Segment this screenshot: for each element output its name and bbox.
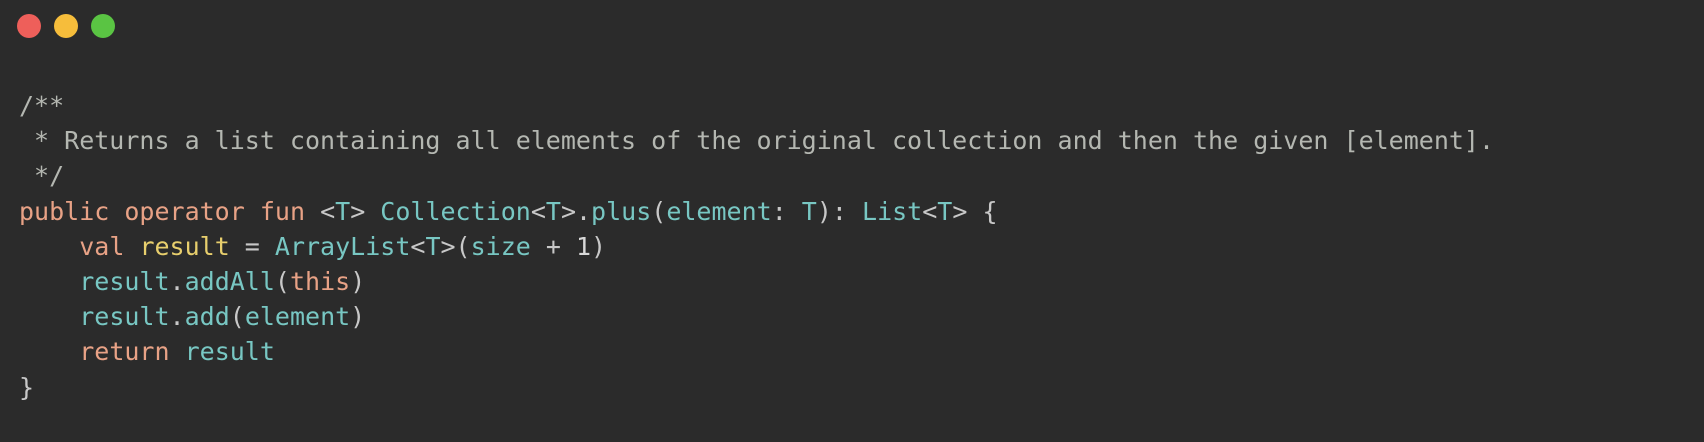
code-token: (: [274, 266, 290, 296]
code-line: */: [19, 158, 1494, 193]
code-token: operator: [124, 196, 245, 226]
code-token: T: [335, 196, 351, 226]
code-line: result.addAll(this): [19, 264, 1494, 299]
code-token: ): [591, 231, 607, 261]
code-token: <: [305, 196, 336, 226]
code-token: result: [79, 302, 170, 332]
code-token: }: [19, 372, 35, 402]
code-line: result.add(element): [19, 299, 1494, 334]
code-token: ): [350, 266, 366, 296]
code-token: ):: [816, 196, 863, 226]
code-token: result: [79, 266, 170, 296]
code-line: }: [19, 370, 1494, 405]
code-token: .: [169, 302, 185, 332]
code-block: /** * Returns a list containing all elem…: [19, 88, 1494, 405]
code-line: /**: [19, 88, 1494, 123]
code-token: result: [139, 231, 230, 261]
code-token: T: [545, 196, 561, 226]
code-token: >.: [560, 196, 592, 226]
window-controls: [17, 14, 115, 38]
code-token: element: [244, 302, 351, 332]
code-token: ArrayList: [274, 231, 411, 261]
code-token: > {: [952, 196, 998, 226]
code-token: val: [79, 231, 125, 261]
code-token: 1: [575, 231, 592, 261]
code-token: T: [801, 196, 817, 226]
code-snippet-window: /** * Returns a list containing all elem…: [0, 0, 1704, 442]
code-token: addAll: [184, 266, 275, 296]
code-token: this: [289, 266, 351, 296]
code-token: plus: [591, 196, 652, 226]
code-token: */: [19, 161, 65, 191]
code-token: <: [410, 231, 426, 261]
code-token: /**: [19, 91, 65, 120]
code-token: * Returns a list containing all elements…: [19, 126, 1495, 156]
code-token: add: [184, 302, 230, 332]
code-line: val result = ArrayList<T>(size + 1): [19, 229, 1494, 264]
code-token: size: [470, 231, 531, 261]
code-token: (: [229, 302, 245, 332]
code-token: .: [169, 266, 185, 296]
code-token: T: [937, 196, 953, 226]
code-token: >: [350, 196, 381, 226]
code-token: result: [184, 337, 275, 367]
code-token: fun: [259, 196, 306, 226]
close-window-button[interactable]: [17, 14, 41, 38]
code-line: * Returns a list containing all elements…: [19, 123, 1494, 158]
code-token: (: [651, 196, 667, 226]
code-token: T: [425, 231, 441, 261]
code-token: +: [530, 231, 576, 261]
code-token: :: [771, 196, 802, 226]
code-token: >(: [440, 231, 471, 261]
code-token: element: [666, 196, 772, 226]
zoom-window-button[interactable]: [91, 14, 115, 38]
code-token: <: [530, 196, 546, 226]
code-token: =: [229, 231, 275, 261]
code-line: return result: [19, 334, 1494, 369]
code-token: <: [922, 196, 938, 226]
code-token: public: [19, 196, 110, 226]
code-token: ): [350, 302, 366, 332]
minimize-window-button[interactable]: [54, 14, 78, 38]
code-line: public operator fun <T> Collection<T>.pl…: [19, 194, 1494, 229]
code-token: List: [862, 196, 923, 226]
code-token: Collection: [380, 196, 531, 226]
code-token: return: [79, 337, 170, 367]
